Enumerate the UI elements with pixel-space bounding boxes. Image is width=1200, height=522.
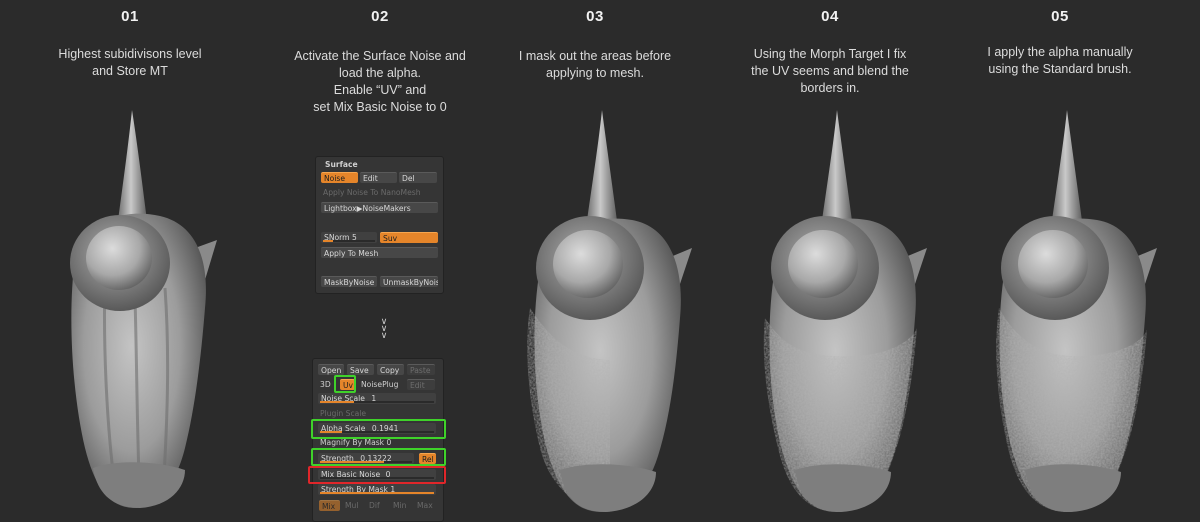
step-description-line: load the alpha. xyxy=(338,66,421,80)
copy-button[interactable]: Copy xyxy=(377,364,404,375)
sculpt-model-4 xyxy=(763,110,927,512)
chevron-down-icon: ∨ xyxy=(380,330,388,340)
step-description-line: I apply the alpha manually xyxy=(987,45,1133,59)
mask-by-noise-button[interactable]: MaskByNoise xyxy=(321,276,377,287)
edit-button[interactable]: Edit xyxy=(360,172,397,183)
sculpt-model-5 xyxy=(996,110,1157,512)
sculpt-body xyxy=(996,110,1157,512)
step-number: 02 xyxy=(371,8,389,25)
step-description-line: borders in. xyxy=(800,81,860,95)
alpha-scale-highlight xyxy=(311,419,446,439)
noise-scale-fill xyxy=(320,401,355,403)
step-number: 01 xyxy=(121,8,139,25)
sculpt-body xyxy=(70,110,217,508)
snorm-slider[interactable]: SNorm 5 xyxy=(321,232,377,243)
sculpt-body xyxy=(763,110,927,512)
uv-highlight xyxy=(334,375,356,393)
step-description: I apply the alpha manually using the Sta… xyxy=(965,44,1155,78)
step-description: Activate the Surface Noise and load the … xyxy=(280,48,480,116)
step-description: Highest subidivisons level and Store MT xyxy=(40,46,220,80)
lightbox-noisemakers-button[interactable]: Lightbox▶NoiseMakers xyxy=(321,202,438,213)
unmask-by-noise-button[interactable]: UnmaskByNoise xyxy=(380,276,438,287)
noiseplug-button[interactable]: NoisePlug xyxy=(361,380,398,389)
del-button[interactable]: Del xyxy=(399,172,437,183)
magnify-by-mask-label: Magnify By Mask 0 xyxy=(320,438,392,447)
snorm-track xyxy=(323,240,375,242)
step-number: 03 xyxy=(586,8,604,25)
step-description-line: Highest subidivisons level xyxy=(58,47,202,61)
sculpt-model-1 xyxy=(70,110,217,508)
noiseplug-edit-button[interactable]: Edit xyxy=(407,379,435,390)
mode-min-button[interactable]: Min xyxy=(393,501,406,510)
apply-noise-nanomesh-button[interactable]: Apply Noise To NanoMesh xyxy=(323,188,421,197)
step-description-line: the UV seems and blend the xyxy=(751,64,909,78)
step-description-line: applying to mesh. xyxy=(546,66,644,80)
mix-basic-noise-highlight xyxy=(308,466,446,484)
step-description: Using the Morph Target I fix the UV seem… xyxy=(735,46,925,97)
plugin-scale-label: Plugin Scale xyxy=(320,409,367,418)
step-description-line: Using the Morph Target I fix xyxy=(753,47,907,61)
suv-button[interactable]: Suv xyxy=(380,232,438,243)
step-description-line: set Mix Basic Noise to 0 xyxy=(313,100,447,114)
step-number: 05 xyxy=(1051,8,1069,25)
sculpt-model-3 xyxy=(527,110,692,512)
sculpt-body xyxy=(527,110,692,512)
noise-button[interactable]: Noise xyxy=(321,172,358,183)
step-description-line: Activate the Surface Noise and xyxy=(294,49,466,63)
mode-dif-button[interactable]: Dif xyxy=(369,501,380,510)
noise-scale-slider[interactable]: Noise Scale 1 xyxy=(318,393,436,404)
mode-mul-button[interactable]: Mul xyxy=(345,501,358,510)
mode-mix-button[interactable]: Mix xyxy=(319,500,340,511)
step-description: I mask out the areas before applying to … xyxy=(505,48,685,82)
apply-to-mesh-button[interactable]: Apply To Mesh xyxy=(321,247,438,258)
down-arrows-icon: ∨ ∨ ∨ xyxy=(377,317,391,340)
surface-panel-title: Surface xyxy=(325,160,358,169)
strength-highlight xyxy=(311,448,446,466)
save-button[interactable]: Save xyxy=(347,364,374,375)
surface-panel: Surface Noise Edit Del Apply Noise To Na… xyxy=(315,156,444,294)
strength-by-mask-fill xyxy=(320,492,434,494)
mode-max-button[interactable]: Max xyxy=(417,501,433,510)
strength-by-mask-slider[interactable]: Strength By Mask 1 xyxy=(318,484,436,495)
noise-plug-panel: Open Save Copy Paste 3D Uv NoisePlug Edi… xyxy=(312,358,444,522)
step-description-line: and Store MT xyxy=(92,64,168,78)
3d-label: 3D xyxy=(320,380,331,389)
open-button[interactable]: Open xyxy=(318,364,344,375)
step-description-line: I mask out the areas before xyxy=(518,49,672,63)
step-description-line: Enable “UV” and xyxy=(333,83,427,97)
strength-by-mask-track xyxy=(320,492,434,494)
step-number: 04 xyxy=(821,8,839,25)
step-description-line: using the Standard brush. xyxy=(988,62,1132,76)
noise-scale-track xyxy=(320,401,434,403)
paste-button[interactable]: Paste xyxy=(407,364,435,375)
